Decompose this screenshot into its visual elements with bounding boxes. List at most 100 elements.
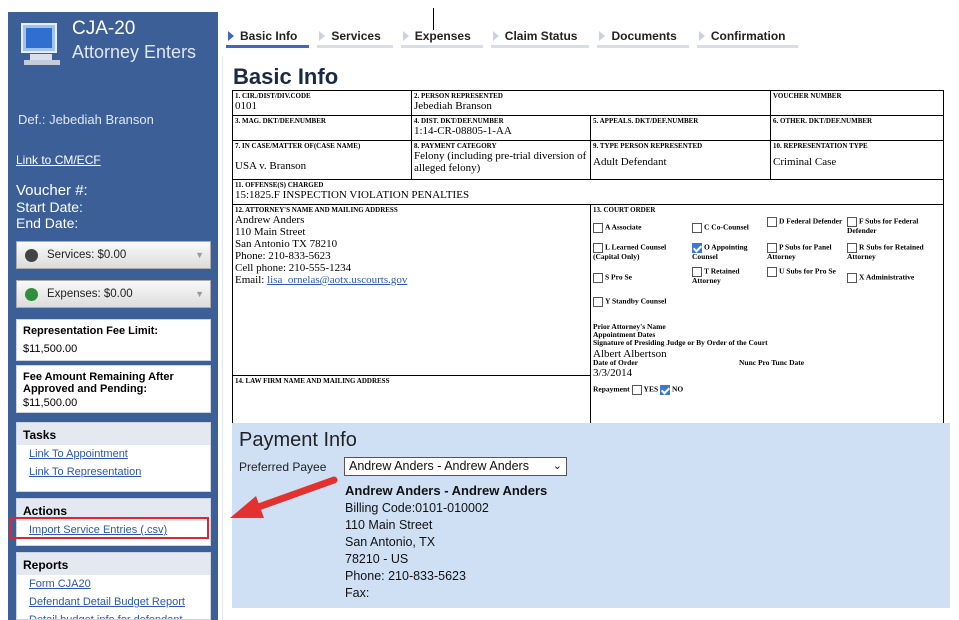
no-label: NO [672,384,684,394]
attorney-email-link[interactable]: lisa_ornelas@aotx.uscourts.gov [267,274,407,286]
court-option-o[interactable]: O Appointing Counsel [692,243,766,261]
preferred-payee-select[interactable]: Andrew Anders - Andrew Anders ⌄ [344,457,567,476]
field-2: 2. PERSON REPRESENTED Jebediah Branson [411,90,771,116]
rep-fee-limit-label: Representation Fee Limit: [23,325,159,337]
payee-zip: 78210 - US [345,552,409,566]
payment-info-title: Payment Info [239,429,357,451]
tasks-panel: Tasks Link To Appointment Link To Repres… [16,422,211,492]
field-6: 6. OTHER. DKT/DEF.NUMBER [770,115,944,141]
field-5-label: 5. APPEALS. DKT/DEF.NUMBER [593,117,699,125]
date-of-order-value: 3/3/2014 [593,367,633,379]
yes-label: YES [643,384,659,394]
field-7-label: 7. IN CASE/MATTER OF(Case Name) [235,142,361,150]
field-1: 1. CIR./DIST/DIV.CODE 0101 [232,90,412,116]
voucher-number-field: VOUCHER NUMBER [770,90,944,116]
attorney-city: San Antonio TX 78210 [235,238,338,250]
reports-panel: Reports Form CJA20 Defendant Detail Budg… [16,552,211,620]
checkbox[interactable] [767,217,777,227]
tab-bar: Basic Info Services Expenses Claim Statu… [226,26,806,48]
tab-basic-info[interactable]: Basic Info [226,26,310,48]
tab-claim-status[interactable]: Claim Status [490,26,590,48]
rep-fee-limit-value: $11,500.00 [23,343,78,355]
court-option-d[interactable]: D Federal Defender [767,217,843,227]
rep-fee-limit-box: Representation Fee Limit: $11,500.00 [16,319,211,361]
option-label: C Co-Counsel [704,222,749,232]
expenses-dropdown[interactable]: Expenses: $0.00 ▼ [16,280,211,308]
field-11-label: 11. OFFENSE(S) CHARGED [235,181,324,189]
repayment-label: Repayment [593,384,630,394]
field-4: 4. DIST. DKT/DEF.NUMBER 1:14-CR-08805-1-… [411,115,591,141]
court-option-s[interactable]: S Pro Se [593,273,632,283]
court-option-r[interactable]: R Subs for Retained Attorney [847,243,943,261]
cm-ecf-link[interactable]: Link to CM/ECF [16,153,101,167]
checkbox[interactable] [593,297,603,307]
court-option-a[interactable]: A Associate [593,223,641,233]
defendant-name: Def.: Jebediah Branson [18,112,154,127]
checkbox[interactable] [593,223,603,233]
field-8-value: Felony (including pre-trial diversion of… [414,150,587,174]
link-to-appointment[interactable]: Link To Appointment [17,445,210,463]
field-14-label: 14. LAW FIRM NAME AND MAILING ADDRESS [235,377,390,385]
field-9-value: Adult Defendant [593,156,667,168]
checkbox-checked[interactable] [692,243,702,253]
court-option-t[interactable]: T Retained Attorney [692,267,762,285]
field-3: 3. MAG. DKT/DEF.NUMBER [232,115,412,141]
option-label: S Pro Se [605,272,632,282]
link-to-representation[interactable]: Link To Representation [17,463,210,481]
tab-services[interactable]: Services [317,26,393,48]
checkbox[interactable] [767,267,777,277]
field-10: 10. REPRESENTATION TYPE Criminal Case [770,140,944,180]
nunc-pro-tunc-label: Nunc Pro Tunc Date [739,358,805,367]
field-9-label: 9. TYPE PERSON REPRESENTED [593,142,703,150]
tab-confirmation[interactable]: Confirmation [696,26,798,48]
payee-fax: Fax: [345,586,370,600]
court-option-p[interactable]: P Subs for Panel Attorney [767,243,847,261]
option-label: L Learned Counsel (Capital Only) [593,242,667,261]
field-1-label: 1. CIR./DIST/DIV.CODE [235,92,311,100]
field-13-label: 13. COURT ORDER [593,206,656,214]
field-9: 9. TYPE PERSON REPRESENTED Adult Defenda… [590,140,771,180]
yes-checkbox[interactable] [631,385,642,395]
field-10-label: 10. REPRESENTATION TYPE [773,142,868,150]
repayment-row: Repayment YES NO [593,385,683,395]
payee-street: 110 Main Street [345,518,433,532]
detail-budget-info-link[interactable]: Detail budget info for defendant [17,611,210,619]
field-2-label: 2. PERSON REPRESENTED [414,92,503,100]
checkbox[interactable] [692,223,702,233]
chevron-down-icon: ▼ [195,250,204,260]
field-11: 11. OFFENSE(S) CHARGED 15:1825.F INSPECT… [232,179,944,205]
court-option-l[interactable]: L Learned Counsel (Capital Only) [593,243,691,261]
tasks-title: Tasks [17,423,210,445]
court-option-y[interactable]: Y Standby Counsel [593,297,666,307]
payee-address: Andrew Anders - Andrew Anders Billing Co… [345,482,547,602]
option-label: U Subs for Pro Se [779,266,836,276]
services-dropdown[interactable]: Services: $0.00 ▼ [16,241,211,269]
attorney-phone: Phone: 210-833-5623 [235,250,331,262]
option-label: R Subs for Retained Attorney [847,242,924,261]
payee-city: San Antonio, TX [345,535,436,549]
option-label: X Administrative [859,272,915,282]
field-7: 7. IN CASE/MATTER OF(Case Name) USA v. B… [232,140,412,180]
select-value: Andrew Anders - Andrew Anders [349,459,529,473]
chevron-down-icon: ▼ [195,289,204,299]
voucher-number: Voucher #: [16,182,88,199]
checkbox[interactable] [847,273,857,283]
attorney-street: 110 Main Street [235,226,306,238]
no-checkbox-checked[interactable] [660,385,671,395]
option-label: A Associate [605,222,642,232]
court-option-x[interactable]: X Administrative [847,273,943,283]
form-cja20-link[interactable]: Form CJA20 [17,575,210,593]
email-label: Email: [235,274,265,286]
court-option-u[interactable]: U Subs for Pro Se [767,267,847,277]
voucher-info: Voucher #: Start Date: End Date: [16,182,88,232]
checkbox[interactable] [593,273,603,283]
tab-expenses[interactable]: Expenses [400,26,483,48]
field-6-label: 6. OTHER. DKT/DEF.NUMBER [773,117,873,125]
option-label: D Federal Defender [779,216,843,226]
court-option-f[interactable]: F Subs for Federal Defender [847,217,943,235]
tab-documents[interactable]: Documents [597,26,689,48]
court-option-c[interactable]: C Co-Counsel [692,223,749,233]
field-5: 5. APPEALS. DKT/DEF.NUMBER [590,115,771,141]
defendant-detail-budget-link[interactable]: Defendant Detail Budget Report [17,593,210,611]
app-subtitle: Attorney Enters [72,42,197,62]
